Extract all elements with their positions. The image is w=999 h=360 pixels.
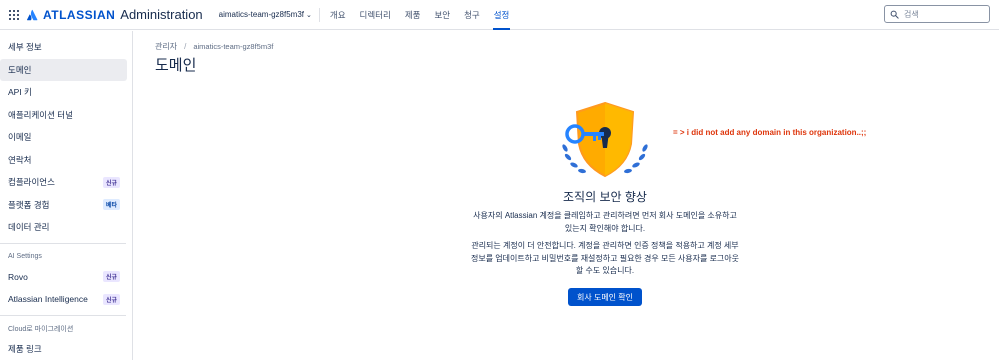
sidebar-item-label: 애플리케이션 터널 [8, 109, 73, 120]
atlassian-wordmark: ATLASSIAN [43, 7, 116, 22]
breadcrumb-separator: / [184, 42, 187, 51]
beta-badge: 베타 [102, 199, 120, 211]
sidebar-item-atlassian-intelligence[interactable]: Atlassian Intelligence 신규 [0, 288, 127, 311]
empty-state-heading: 조직의 보안 향상 [563, 190, 647, 204]
sidebar-item-email[interactable]: 이메일 [0, 126, 127, 149]
nav-directory[interactable]: 디렉터리 [353, 0, 398, 30]
sidebar-item-label: 플랫폼 경험 [8, 199, 50, 210]
sidebar-item-data-management[interactable]: 데이터 관리 [0, 216, 127, 239]
org-switcher[interactable]: aimatics-team-gz8f5m3f ⌄ [219, 10, 312, 19]
nav-divider [318, 7, 320, 22]
breadcrumb-admin-link[interactable]: 관리자 [155, 41, 177, 52]
nav-billing[interactable]: 청구 [457, 0, 487, 30]
sidebar-item-product-links[interactable]: 제품 링크 [0, 338, 127, 360]
sidebar-item-label: 도메인 [8, 64, 32, 75]
search-icon [890, 10, 899, 19]
sidebar-item-label: 이메일 [8, 132, 32, 143]
product-name: Administration [120, 7, 203, 22]
sidebar-divider [0, 242, 126, 244]
nav-products[interactable]: 제품 [398, 0, 428, 30]
breadcrumb-org-link[interactable]: aimatics-team-gz8f5m3f [193, 42, 273, 51]
settings-sidebar: 세부 정보 도메인 API 키 애플리케이션 터널 이메일 연락처 컴플라이언스… [0, 31, 133, 360]
sidebar-item-label: Atlassian Intelligence [8, 294, 88, 305]
page-title: 도메인 [155, 57, 197, 74]
atlassian-logo-icon [26, 9, 38, 20]
new-badge: 신규 [102, 176, 120, 188]
sidebar-item-details[interactable]: 세부 정보 [0, 36, 127, 59]
sidebar-item-compliance[interactable]: 컴플라이언스 신규 [0, 171, 127, 194]
sidebar-heading-ai: AI Settings [8, 253, 42, 260]
sidebar-item-api-keys[interactable]: API 키 [0, 81, 127, 104]
top-navigation-bar: ATLASSIAN Administration aimatics-team-g… [0, 0, 999, 30]
new-badge: 신규 [102, 293, 120, 305]
org-name: aimatics-team-gz8f5m3f [218, 10, 305, 19]
sidebar-item-platform-experience[interactable]: 플랫폼 경험 베타 [0, 194, 127, 217]
sidebar-item-application-tunnels[interactable]: 애플리케이션 터널 [0, 104, 127, 127]
sidebar-heading-cloud-migration: Cloud로 마이그레이션 [8, 325, 74, 333]
nav-security[interactable]: 보안 [427, 0, 457, 30]
sidebar-item-label: Rovo [8, 271, 28, 282]
sidebar-item-label: 데이터 관리 [8, 222, 50, 233]
empty-state-description: 사용자의 Atlassian 계정을 클레임하고 관리하려면 먼저 회사 도메인… [473, 211, 737, 233]
breadcrumb: 관리자 / aimatics-team-gz8f5m3f [155, 41, 273, 52]
search-box[interactable] [884, 5, 990, 23]
sidebar-item-label: 세부 정보 [8, 42, 42, 53]
atlassian-logo[interactable]: ATLASSIAN Administration [26, 7, 203, 22]
app-switcher-icon[interactable] [9, 9, 19, 20]
user-annotation-text: = > i did not add any domain in this org… [673, 128, 867, 137]
primary-nav: 개요 디렉터리 제품 보안 청구 설정 [323, 0, 516, 30]
sidebar-item-domains[interactable]: 도메인 [0, 58, 127, 81]
sidebar-item-rovo[interactable]: Rovo 신규 [0, 266, 127, 289]
sidebar-divider [0, 314, 126, 316]
search-input[interactable] [904, 9, 984, 19]
sidebar-item-label: API 키 [8, 87, 32, 98]
verify-domain-button[interactable]: 회사 도메인 확인 [568, 288, 642, 306]
sidebar-item-label: 제품 링크 [8, 343, 42, 354]
sidebar-item-contacts[interactable]: 연락처 [0, 149, 127, 172]
new-badge: 신규 [102, 271, 120, 283]
chevron-down-icon: ⌄ [306, 11, 312, 19]
sidebar-item-label: 연락처 [8, 154, 32, 165]
sidebar-item-label: 컴플라이언스 [8, 177, 55, 188]
nav-overview[interactable]: 개요 [323, 0, 353, 30]
shield-key-illustration [562, 101, 648, 178]
nav-settings[interactable]: 설정 [487, 0, 517, 30]
empty-state-description-secondary: 관리되는 계정이 더 안전합니다. 계정을 관리하면 인증 정책을 적용하고 계… [470, 241, 740, 275]
